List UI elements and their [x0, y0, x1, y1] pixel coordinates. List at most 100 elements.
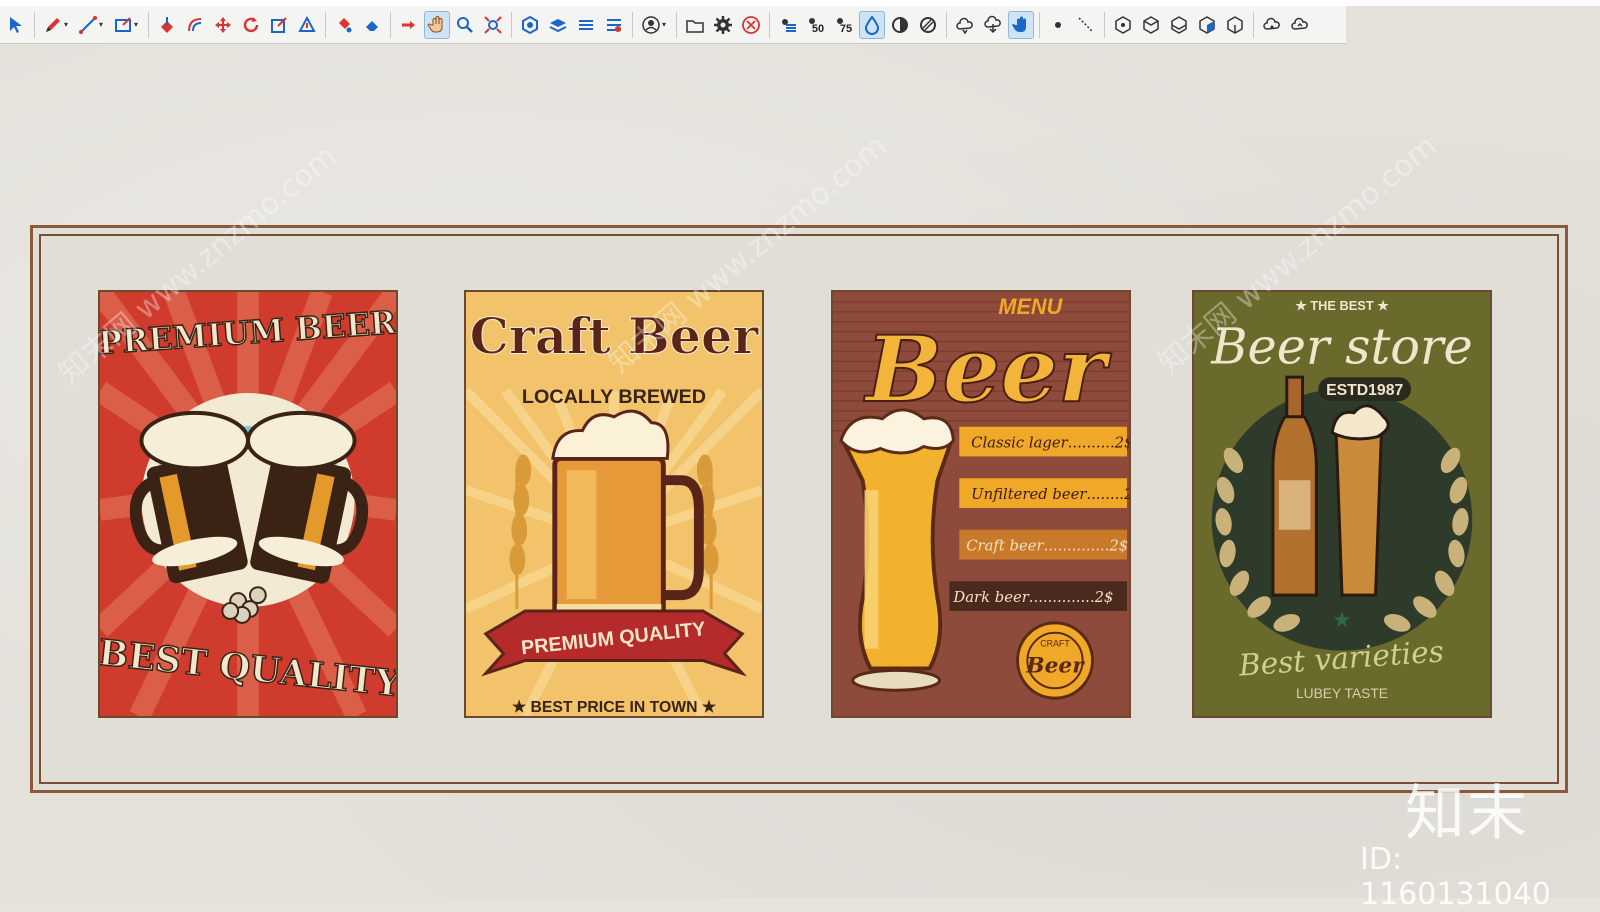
pan-icon [427, 15, 443, 32]
rotate-button[interactable] [238, 11, 264, 39]
poster-3-title: Beer [863, 317, 1112, 423]
folder-button[interactable] [682, 11, 708, 39]
view-right-button[interactable] [1194, 11, 1220, 39]
render-50-label: 50 [812, 23, 824, 35]
dashed-line-icon [1078, 16, 1094, 33]
cap-small: CRAFT [1040, 639, 1070, 649]
push-pull-button[interactable] [154, 11, 180, 39]
render-75-button[interactable]: 75 [831, 11, 857, 39]
poster-2-art: Craft Beer LOCALLY BREWED PREMIUM QUALIT… [466, 292, 762, 716]
poster-beer-store[interactable]: ★ THE BEST ★ Beer store ESTD1987 ★ Best … [1192, 290, 1492, 718]
render-50-icon: 50 [809, 17, 824, 35]
hand-icon [1012, 16, 1026, 32]
orbit-button[interactable] [396, 11, 422, 39]
poster-2-title: Craft Beer [470, 307, 760, 365]
view-iso-button[interactable] [1110, 11, 1136, 39]
push-pull-icon [161, 16, 173, 33]
zoom-extents-icon [484, 15, 502, 34]
gear-icon [714, 15, 732, 34]
dot-icon [1055, 21, 1061, 28]
scale-button[interactable] [266, 11, 292, 39]
menu-item-4: Dark beer..............2$ [952, 589, 1113, 606]
layers-button[interactable] [545, 11, 571, 39]
gear-button[interactable] [710, 11, 736, 39]
cloud-download-button[interactable] [980, 11, 1006, 39]
cloud-button[interactable] [952, 11, 978, 39]
toolbar-separator [34, 11, 35, 38]
poster-4-footer: LUBEY TASTE [1296, 685, 1388, 701]
styles-icon [607, 18, 621, 32]
toolbar-separator [511, 11, 512, 38]
pan-button[interactable] [424, 10, 450, 39]
pencil-button[interactable] [40, 11, 66, 39]
dropdown-arrow-icon[interactable]: ▾ [99, 20, 107, 29]
dropdown-arrow-icon[interactable]: ▾ [134, 20, 142, 29]
move-button[interactable] [210, 11, 236, 39]
menu-item-2: Unfiltered beer........2$ [971, 486, 1129, 503]
hand-button[interactable] [1008, 10, 1034, 39]
orbit-icon [402, 20, 415, 29]
materials-icon [579, 19, 593, 30]
component-button[interactable] [517, 11, 543, 39]
rotate-icon [243, 16, 259, 32]
view-top-button[interactable] [1138, 11, 1164, 39]
beer-mug-left-icon [129, 410, 250, 584]
move-icon [215, 16, 231, 33]
paint-bucket-icon [339, 17, 352, 32]
line-button[interactable] [75, 11, 101, 39]
view-back-button[interactable] [1222, 11, 1248, 39]
paint-bucket-button[interactable] [331, 11, 357, 39]
poster-beer-menu[interactable]: MENU Beer Classic lager..........2$ Unfi… [831, 290, 1131, 718]
select-icon [10, 16, 22, 33]
grid-button[interactable] [775, 11, 801, 39]
poster-premium-beer[interactable]: PREMIUM BEER BEST QUALITY [98, 290, 398, 718]
toolbar-separator [632, 11, 633, 38]
toolbar-separator [1039, 11, 1040, 38]
render-50-button[interactable]: 50 [803, 11, 829, 39]
tape-measure-button[interactable] [294, 11, 320, 39]
dropdown-arrow-icon[interactable]: ▾ [662, 20, 670, 29]
cloud-upload-icon [1291, 17, 1308, 30]
poster-2-subtitle: LOCALLY BREWED [522, 386, 706, 408]
hatch-button[interactable] [915, 11, 941, 39]
eraser-button[interactable] [359, 11, 385, 39]
dropdown-arrow-icon[interactable]: ▾ [64, 20, 72, 29]
poster-2-footer: ★ BEST PRICE IN TOWN ★ [512, 699, 717, 716]
zoom-extents-button[interactable] [480, 11, 506, 39]
poster-4-title: Beer store [1210, 317, 1472, 375]
materials-button[interactable] [573, 11, 599, 39]
dashed-line-button[interactable] [1073, 11, 1099, 39]
toolbar-separator [1104, 11, 1105, 38]
cap-text: Beer [1025, 653, 1085, 678]
drop-button[interactable] [859, 10, 885, 39]
close-circle-button[interactable] [738, 11, 764, 39]
contrast-button[interactable] [887, 11, 913, 39]
zoom-button[interactable] [452, 11, 478, 39]
view-iso-icon [1115, 15, 1131, 34]
cloud-sync-button[interactable] [1259, 11, 1285, 39]
rectangle-button[interactable] [110, 11, 136, 39]
close-circle-icon [742, 15, 760, 34]
poster-3-art: MENU Beer Classic lager..........2$ Unfi… [833, 292, 1129, 716]
offset-button[interactable] [182, 11, 208, 39]
dot-button[interactable] [1045, 11, 1071, 39]
poster-4-top: ★ THE BEST ★ [1295, 298, 1389, 313]
offset-icon [188, 17, 202, 31]
line-icon [79, 15, 97, 34]
view-top-icon [1143, 15, 1159, 34]
pencil-icon [46, 17, 60, 32]
view-front-button[interactable] [1166, 11, 1192, 39]
toolbar-separator [1253, 11, 1254, 38]
poster-3-badge: MENU [998, 294, 1063, 319]
menu-item-1: Classic lager..........2$ [971, 435, 1129, 452]
user-button[interactable] [638, 11, 664, 39]
toolbar-separator [946, 11, 947, 38]
watermark-id: ID: 1160131040 [1360, 842, 1551, 912]
cloud-upload-button[interactable] [1287, 11, 1313, 39]
render-75-icon: 75 [837, 17, 852, 35]
styles-button[interactable] [601, 11, 627, 39]
scale-icon [271, 16, 287, 33]
select-button[interactable] [3, 11, 29, 39]
view-back-icon [1227, 15, 1243, 34]
poster-craft-beer[interactable]: Craft Beer LOCALLY BREWED PREMIUM QUALIT… [464, 290, 764, 718]
